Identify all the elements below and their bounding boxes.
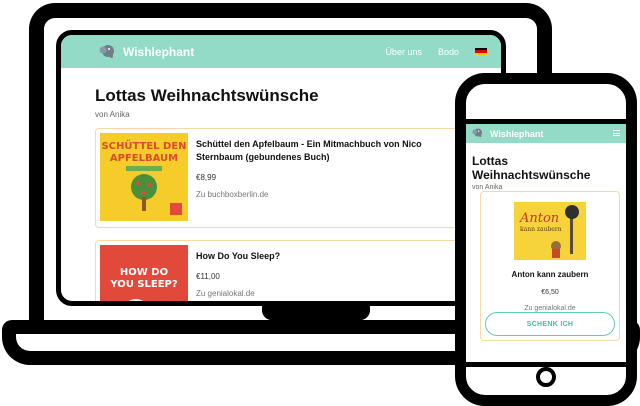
shop-link[interactable]: Zu genialokal.de <box>196 289 456 298</box>
item-price: €6,50 <box>541 289 559 296</box>
shop-link[interactable]: Zu genialokal.de <box>481 305 619 312</box>
svg-text:SCHÜTTEL DEN: SCHÜTTEL DEN <box>101 138 186 152</box>
laptop-screen: Wishlephant Über uns Bodo Lottas Weihnac… <box>56 30 506 306</box>
book-cover-image[interactable]: Anton kann zaubern <box>514 202 586 260</box>
item-price: €8,99 <box>196 173 217 182</box>
book-cover-image[interactable]: HOW DO YOU SLEEP? <box>100 245 188 306</box>
elephant-icon[interactable] <box>99 43 117 59</box>
brand-name[interactable]: Wishlephant <box>123 45 194 59</box>
wishlist-content: Lottas Weihnachtswünsche von Anika SCHÜT… <box>61 68 501 306</box>
svg-text:HOW DO: HOW DO <box>120 267 168 278</box>
item-name[interactable]: Schüttel den Apfelbaum - Ein Mitmachbuch… <box>196 138 456 164</box>
shop-link[interactable]: Zu buchboxberlin.de <box>196 190 456 199</box>
item-price: €11,00 <box>196 272 220 281</box>
svg-text:APFELBAUM: APFELBAUM <box>110 153 178 164</box>
list-owner: von Anika <box>472 184 503 191</box>
hamburger-icon[interactable] <box>613 130 620 136</box>
item-name[interactable]: Anton kann zaubern <box>481 270 619 279</box>
german-flag-icon[interactable] <box>475 47 487 56</box>
list-item[interactable]: HOW DO YOU SLEEP? How Do You Sleep? €11,… <box>95 240 495 306</box>
item-details: How Do You Sleep? €11,00 Zu genialokal.d… <box>196 250 456 298</box>
nav-link-user[interactable]: Bodo <box>438 47 459 57</box>
cover-subtitle: kann zaubern <box>520 226 562 233</box>
phone-home-button[interactable] <box>536 367 556 387</box>
laptop-notch <box>262 306 370 320</box>
list-item[interactable]: Anton kann zaubern Anton kann zaubern €6… <box>480 191 620 341</box>
cover-title: Anton <box>519 211 559 226</box>
item-name[interactable]: How Do You Sleep? <box>196 250 456 263</box>
gift-button[interactable]: SCHENK ICH <box>485 312 615 336</box>
mobile-navbar: Wishlephant <box>466 124 626 143</box>
elephant-icon[interactable] <box>472 127 484 138</box>
list-owner: von Anika <box>95 110 130 119</box>
book-cover-image[interactable]: SCHÜTTEL DEN APFELBAUM <box>100 133 188 221</box>
page-title: Lottas Weihnachtswünsche <box>472 154 591 182</box>
page-title: Lottas Weihnachtswünsche <box>95 86 319 105</box>
svg-text:YOU SLEEP?: YOU SLEEP? <box>109 279 178 290</box>
phone-screen: Wishlephant Lottas Weihnachtswünsche von… <box>466 119 626 367</box>
list-item[interactable]: SCHÜTTEL DEN APFELBAUM Schüttel den Apfe… <box>95 128 498 228</box>
phone-frame: Wishlephant Lottas Weihnachtswünsche von… <box>455 73 637 406</box>
item-details: Schüttel den Apfelbaum - Ein Mitmachbuch… <box>196 138 456 199</box>
nav-link-about[interactable]: Über uns <box>385 47 422 57</box>
brand-name[interactable]: Wishlephant <box>490 129 543 139</box>
desktop-navbar: Wishlephant Über uns Bodo <box>61 35 501 68</box>
